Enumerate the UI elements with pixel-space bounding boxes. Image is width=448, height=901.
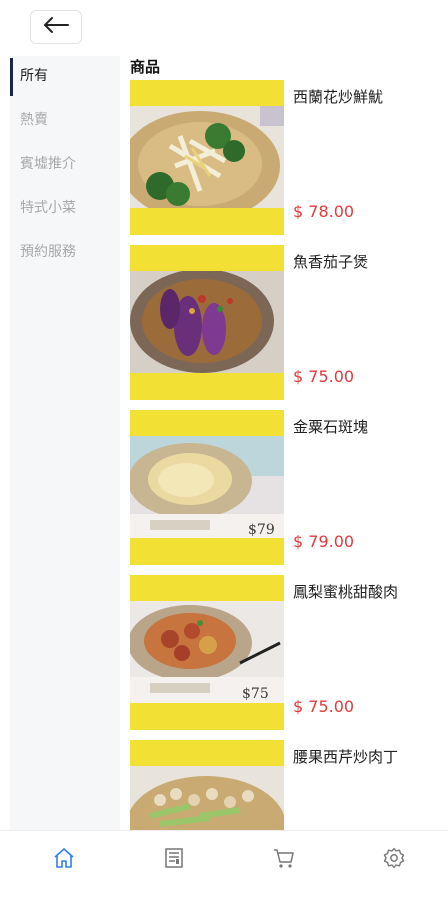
product-image <box>130 740 284 830</box>
svg-text:$79: $79 <box>248 522 275 538</box>
product-name: 金粟石斑塊 <box>293 418 369 436</box>
sidebar-item-all[interactable]: 所有 <box>10 56 120 100</box>
product-name: 腰果西芹炒肉丁 <box>293 748 399 766</box>
product-name: 西蘭花炒鮮魷 <box>293 88 384 106</box>
sidebar-item-recommended[interactable]: 賓墟推介 <box>10 144 120 188</box>
product-price: $ 75.00 <box>293 697 355 716</box>
top-bar <box>0 0 448 56</box>
bottom-tab-bar <box>0 830 448 901</box>
section-title: 商品 <box>130 58 161 76</box>
sidebar-item-label: 預約服務 <box>20 244 76 260</box>
cart-icon <box>272 846 296 874</box>
sidebar-item-label: 賓墟推介 <box>20 156 76 172</box>
sidebar-item-booking[interactable]: 預約服務 <box>10 232 120 276</box>
product-image <box>130 245 284 400</box>
product-name: 鳳梨蜜桃甜酸肉 <box>293 583 399 601</box>
svg-text:$75: $75 <box>242 686 269 702</box>
product-list: 商品 西蘭花炒鮮魷 $ 78.00 魚香茄子煲 $ 75.00 $79 金粟石斑… <box>130 56 448 830</box>
product-image: $79 <box>130 410 284 565</box>
product-item[interactable]: $79 金粟石斑塊 $ 79.00 <box>130 410 448 565</box>
arrow-left-icon <box>43 16 69 38</box>
menu-book-icon <box>162 846 186 874</box>
category-sidebar: 所有 熱賣 賓墟推介 特式小菜 預約服務 <box>10 56 120 830</box>
product-name: 魚香茄子煲 <box>293 253 369 271</box>
sidebar-item-specialty[interactable]: 特式小菜 <box>10 188 120 232</box>
product-price: $ 75.00 <box>293 367 355 386</box>
sidebar-item-hot[interactable]: 熱賣 <box>10 100 120 144</box>
product-item[interactable]: 西蘭花炒鮮魷 $ 78.00 <box>130 80 448 235</box>
settings-icon <box>382 846 406 874</box>
product-image: $75 <box>130 575 284 730</box>
product-item[interactable]: $75 鳳梨蜜桃甜酸肉 $ 75.00 <box>130 575 448 730</box>
product-price: $ 78.00 <box>293 202 355 221</box>
sidebar-item-label: 熱賣 <box>20 112 48 128</box>
tab-home[interactable] <box>49 845 79 875</box>
sidebar-item-label: 特式小菜 <box>20 200 76 216</box>
home-icon <box>52 846 76 874</box>
tab-cart[interactable] <box>269 845 299 875</box>
tab-settings[interactable] <box>379 845 409 875</box>
product-item[interactable]: 腰果西芹炒肉丁 <box>130 740 448 830</box>
tab-menu[interactable] <box>159 845 189 875</box>
product-price: $ 79.00 <box>293 532 355 551</box>
back-button[interactable] <box>30 10 82 44</box>
product-item[interactable]: 魚香茄子煲 $ 75.00 <box>130 245 448 400</box>
sidebar-item-label: 所有 <box>20 68 48 84</box>
product-image <box>130 80 284 235</box>
